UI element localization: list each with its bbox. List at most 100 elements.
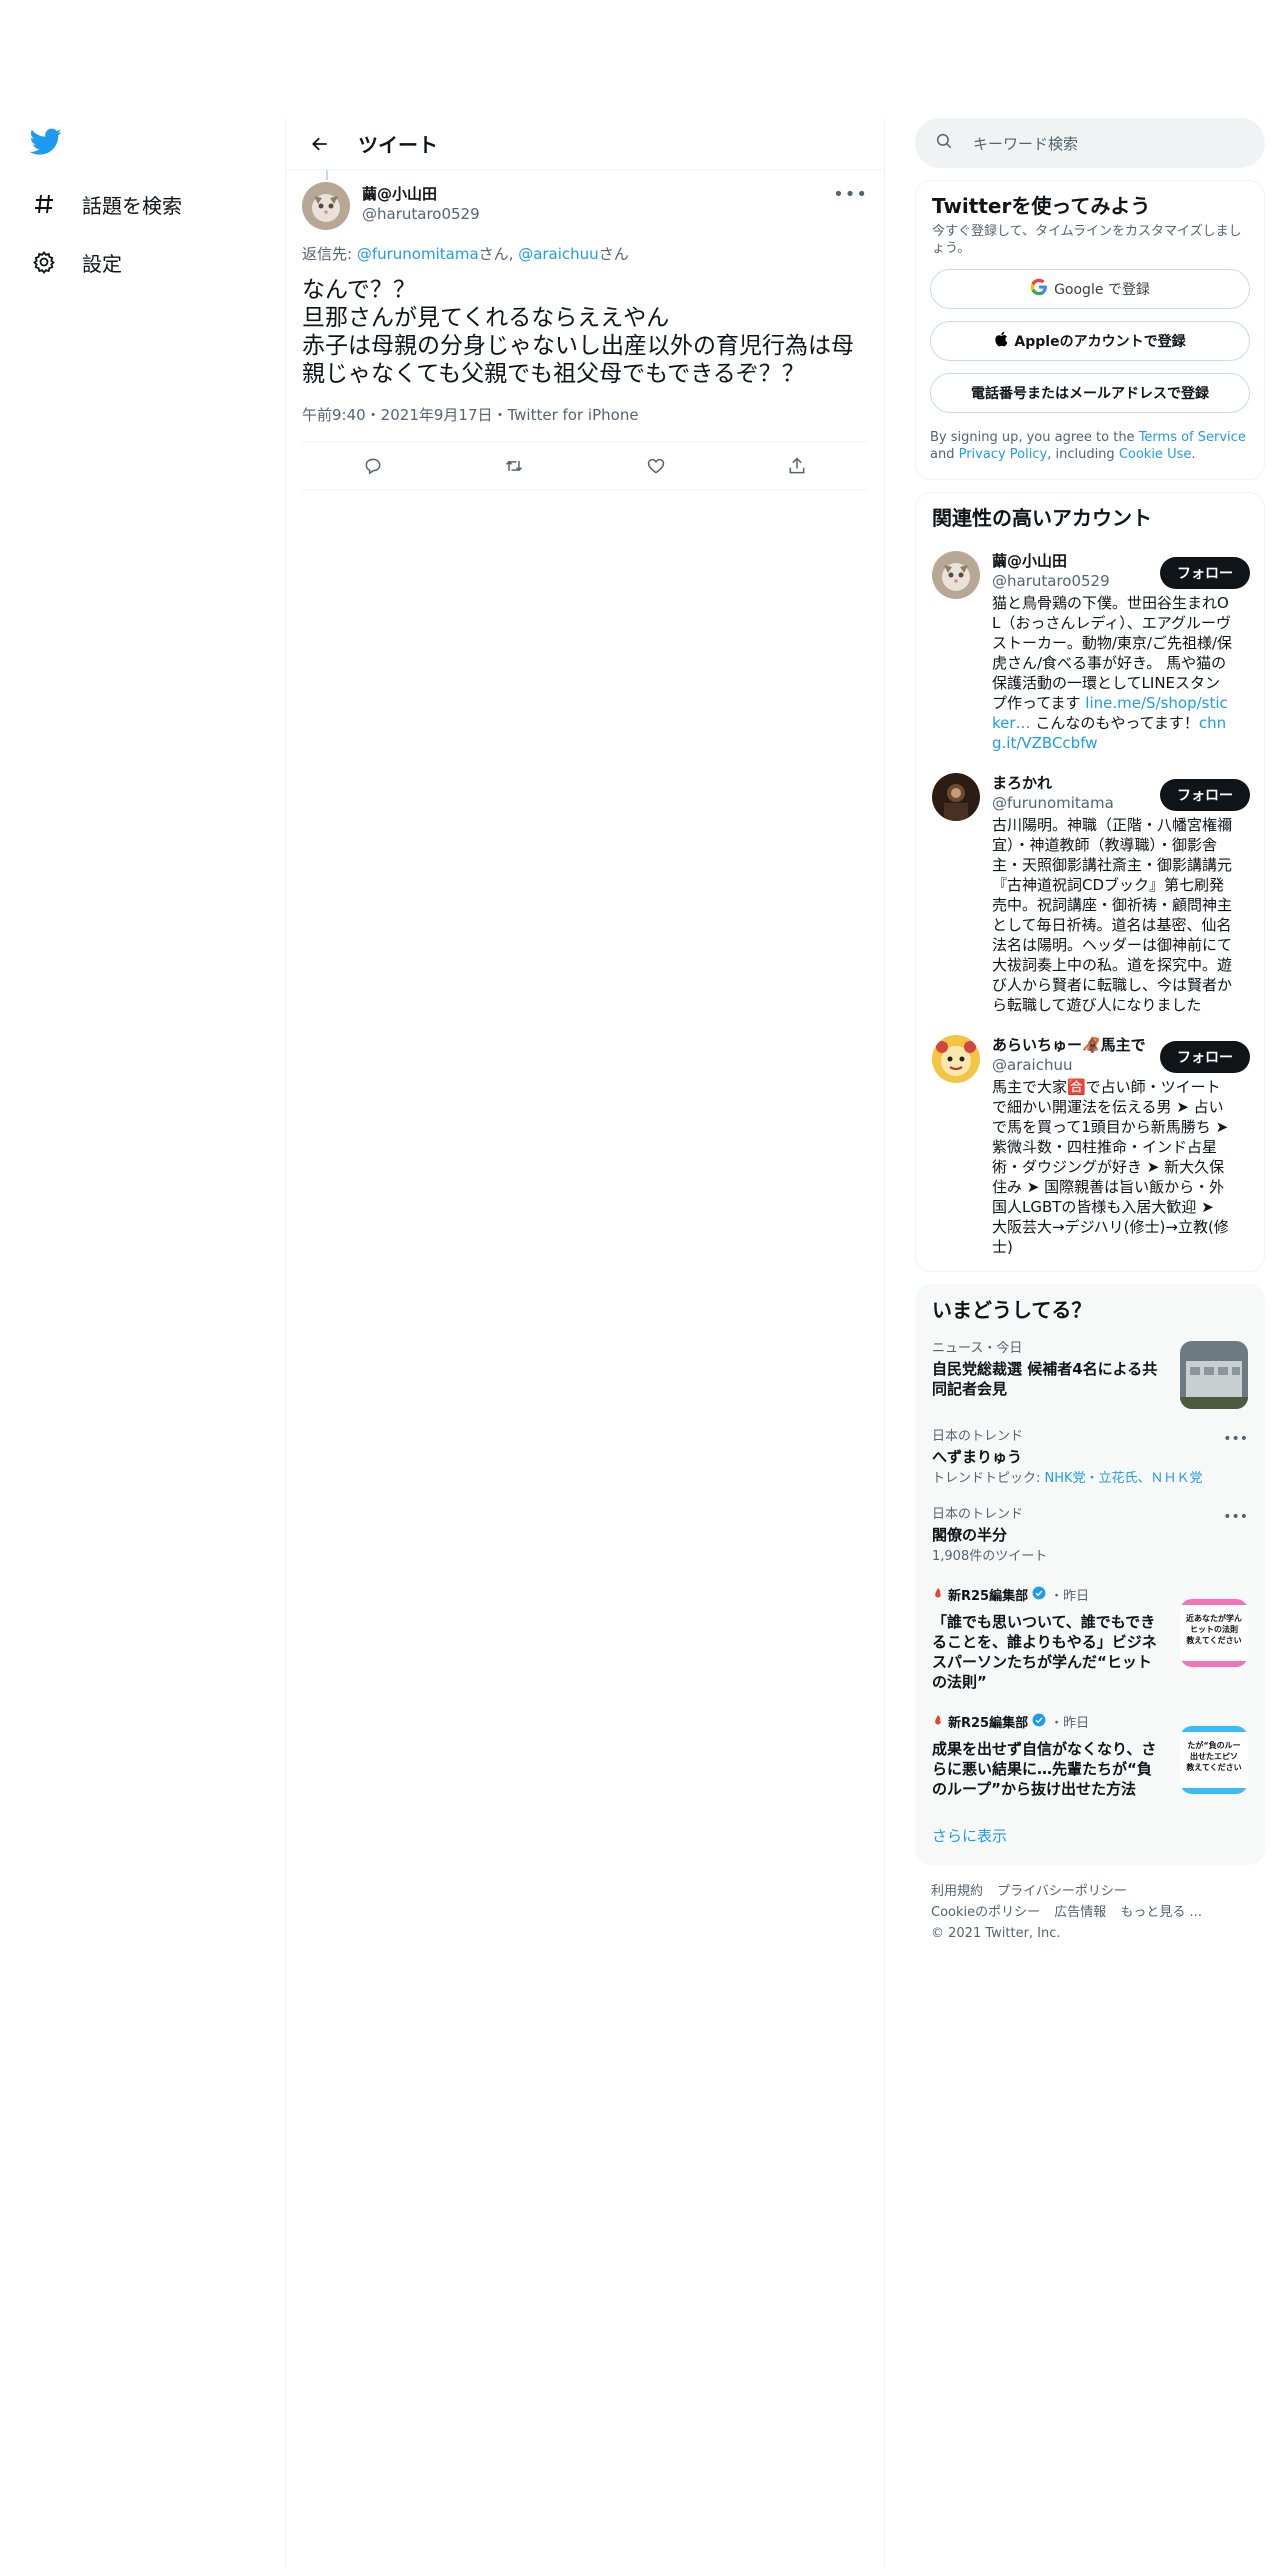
trend-topics-links[interactable]: NHK党・立花氏、ＮＨＫ党	[1045, 1471, 1203, 1486]
trend-item[interactable]: 日本のトレンド 閣僚の半分 1,908件のツイート •••	[916, 1497, 1264, 1575]
hashtag-icon	[30, 190, 58, 218]
trend-tweet-count: 1,908件のツイート	[932, 1549, 1048, 1564]
trend-item[interactable]: 新R25編集部 ・昨日 「誰でも思いついて、誰でもできることを、誰よりもやる」ビ…	[916, 1575, 1264, 1702]
thumbnail-text: 近あなたが学ん	[1186, 1613, 1242, 1623]
avatar[interactable]	[932, 1035, 980, 1083]
google-signup-label: Google で登録	[1054, 282, 1150, 298]
more-options-icon[interactable]: •••	[1223, 1431, 1248, 1447]
follow-button[interactable]: フォロー	[1160, 779, 1250, 811]
account-item[interactable]: 繭@小山田 @harutaro0529 猫と鳥骨鶏の下僕。世田谷生まれOL（おっ…	[916, 541, 1264, 763]
nav-settings-label: 設定	[82, 251, 122, 276]
thumbnail-text: ヒットの法則	[1190, 1624, 1238, 1634]
trend-title: 「誰でも思いついて、誰でもできることを、誰よりもやる」ビジネスパーソンたちが学ん…	[932, 1613, 1157, 1691]
trend-topics: トレンドトピック: NHK党・立花氏、ＮＨＫ党	[932, 1471, 1248, 1487]
thumbnail-text: 教えてください	[1185, 1635, 1241, 1645]
terms-text: .	[1191, 447, 1196, 462]
avatar[interactable]	[932, 773, 980, 821]
r25-logo-icon	[932, 1587, 944, 1603]
trend-thumbnail: 近あなたが学ん ヒットの法則 教えてください	[1180, 1599, 1248, 1667]
show-more-link[interactable]: さらに表示	[916, 1809, 1264, 1864]
avatar[interactable]	[932, 551, 980, 599]
back-arrow-icon[interactable]	[302, 126, 338, 162]
trend-thumbnail	[1180, 1341, 1248, 1409]
footer-link[interactable]: もっと見る ...	[1120, 1905, 1202, 1920]
reply-to: 返信先: @furunomitamaさん, @araichuuさん	[302, 244, 868, 264]
avatar[interactable]	[302, 182, 350, 230]
twitter-logo-icon[interactable]	[29, 128, 66, 164]
trend-title: へずまりゅう	[932, 1448, 1023, 1466]
reply-mention-link[interactable]: @araichuu	[518, 245, 599, 263]
terms-of-service-link[interactable]: Terms of Service	[1139, 430, 1246, 445]
terms-text: and	[930, 447, 959, 462]
search-icon	[935, 132, 953, 154]
phone-email-signup-button[interactable]: 電話番号またはメールアドレスで登録	[930, 373, 1250, 413]
thumbnail-text: 教えてください	[1185, 1762, 1241, 1772]
reply-icon[interactable]	[355, 448, 391, 484]
retweet-icon[interactable]	[496, 448, 532, 484]
footer-row: Cookieのポリシー 広告情報 もっと見る ...	[931, 1902, 1249, 1923]
source-name: 新R25編集部	[948, 1589, 1029, 1604]
trends-title: いまどうしてる？	[932, 1298, 1092, 1322]
account-bio: 馬主で大家🈴で占い師・ツイートで細かい開運法を伝える男 ➤ 占いで馬を買って1頭…	[992, 1078, 1229, 1256]
signup-card: Twitterを使ってみよう 今すぐ登録して、タイムラインをカスタマイズしましょ…	[915, 180, 1265, 480]
nav-explore[interactable]: 話題を検索	[30, 184, 182, 224]
follow-button[interactable]: フォロー	[1160, 557, 1250, 589]
phone-email-signup-label: 電話番号またはメールアドレスで登録	[971, 386, 1209, 402]
cookie-use-link[interactable]: Cookie Use	[1119, 447, 1192, 462]
account-bio: 古川陽明。神職（正階・八幡宮権禰宜）・神道教師（教導職）・御影舎主・天照御影講社…	[992, 816, 1233, 1014]
source-time: ・昨日	[1050, 1589, 1090, 1604]
signup-title: Twitterを使ってみよう	[932, 194, 1151, 218]
account-item[interactable]: まろかれ @furunomitama 古川陽明。神職（正階・八幡宮権禰宜）・神道…	[916, 763, 1264, 1025]
trend-title: 自民党総裁選 候補者4名による共同記者会見	[932, 1360, 1158, 1398]
trend-source: 新R25編集部 ・昨日	[932, 1712, 1164, 1731]
reply-mention-link[interactable]: @furunomitama	[357, 245, 479, 263]
follow-button[interactable]: フォロー	[1160, 1041, 1250, 1073]
r25-logo-icon	[932, 1714, 944, 1730]
tweet-actions	[302, 442, 868, 490]
source-time: ・昨日	[1050, 1716, 1090, 1731]
reply-suffix: さん,	[478, 245, 519, 263]
share-icon[interactable]	[779, 448, 815, 484]
trend-source: 新R25編集部 ・昨日	[932, 1585, 1164, 1604]
trend-title: 成果を出せず自信がなくなり、さらに悪い結果に…先輩たちが“負のループ”から抜け出…	[932, 1740, 1157, 1798]
main-column: ツイート ••• 繭@小山田 @harutaro0529 返信先: @furun…	[285, 118, 885, 2568]
tweet-timestamp[interactable]: 午前9:40・2021年9月17日・Twitter for iPhone	[302, 404, 868, 442]
more-options-icon[interactable]: •••	[833, 184, 868, 205]
author-handle[interactable]: @harutaro0529	[362, 204, 480, 224]
trend-meta: ニュース・今日	[932, 1341, 1023, 1356]
google-signup-button[interactable]: Google で登録	[930, 269, 1250, 309]
verified-badge-icon	[1032, 1713, 1046, 1731]
thread-line	[326, 170, 328, 180]
trend-title: 閣僚の半分	[932, 1526, 1008, 1544]
relevant-title: 関連性の高いアカウント	[932, 506, 1152, 530]
bio-text: こんなのもやってます！	[1030, 714, 1199, 732]
gear-icon	[30, 248, 58, 276]
like-icon[interactable]	[638, 448, 674, 484]
footer-link[interactable]: Cookieのポリシー	[931, 1905, 1040, 1920]
source-name: 新R25編集部	[948, 1716, 1029, 1731]
author-name[interactable]: 繭@小山田	[362, 184, 480, 204]
signup-terms: By signing up, you agree to the Terms of…	[916, 413, 1264, 479]
tweet: ••• 繭@小山田 @harutaro0529 返信先: @furunomita…	[286, 170, 884, 490]
footer-link[interactable]: プライバシーポリシー	[997, 1884, 1127, 1899]
page-title: ツイート	[358, 133, 438, 157]
footer-link[interactable]: 広告情報	[1054, 1905, 1106, 1920]
privacy-policy-link[interactable]: Privacy Policy	[959, 447, 1048, 462]
search-input[interactable]: キーワード検索	[915, 118, 1265, 168]
more-options-icon[interactable]: •••	[1223, 1509, 1248, 1525]
search-placeholder: キーワード検索	[973, 134, 1079, 153]
trend-item[interactable]: 新R25編集部 ・昨日 成果を出せず自信がなくなり、さらに悪い結果に…先輩たちが…	[916, 1702, 1264, 1809]
tweet-text: なんで？？ 旦那さんが見てくれるならええやん 赤子は母親の分身じゃないし出産以外…	[302, 277, 854, 387]
reply-prefix: 返信先:	[302, 245, 357, 263]
tweet-author: 繭@小山田 @harutaro0529	[302, 182, 868, 230]
trends-card: いまどうしてる？ ニュース・今日 自民党総裁選 候補者4名による共同記者会見 日…	[915, 1284, 1265, 1865]
apple-icon	[994, 331, 1008, 351]
nav-settings[interactable]: 設定	[30, 242, 122, 282]
trend-item[interactable]: 日本のトレンド へずまりゅう トレンドトピック: NHK党・立花氏、ＮＨＫ党 •…	[916, 1419, 1264, 1497]
apple-signup-button[interactable]: Appleのアカウントで登録	[930, 321, 1250, 361]
signup-subtitle: 今すぐ登録して、タイムラインをカスタマイズしましょう。	[932, 224, 1242, 256]
copyright: © 2021 Twitter, Inc.	[931, 1926, 1061, 1941]
account-item[interactable]: あらいちゅー🦧馬主で @araichuu 馬主で大家🈴で占い師・ツイートで細かい…	[916, 1025, 1264, 1271]
trend-item[interactable]: ニュース・今日 自民党総裁選 候補者4名による共同記者会見	[916, 1331, 1264, 1419]
footer-link[interactable]: 利用規約	[931, 1884, 983, 1899]
